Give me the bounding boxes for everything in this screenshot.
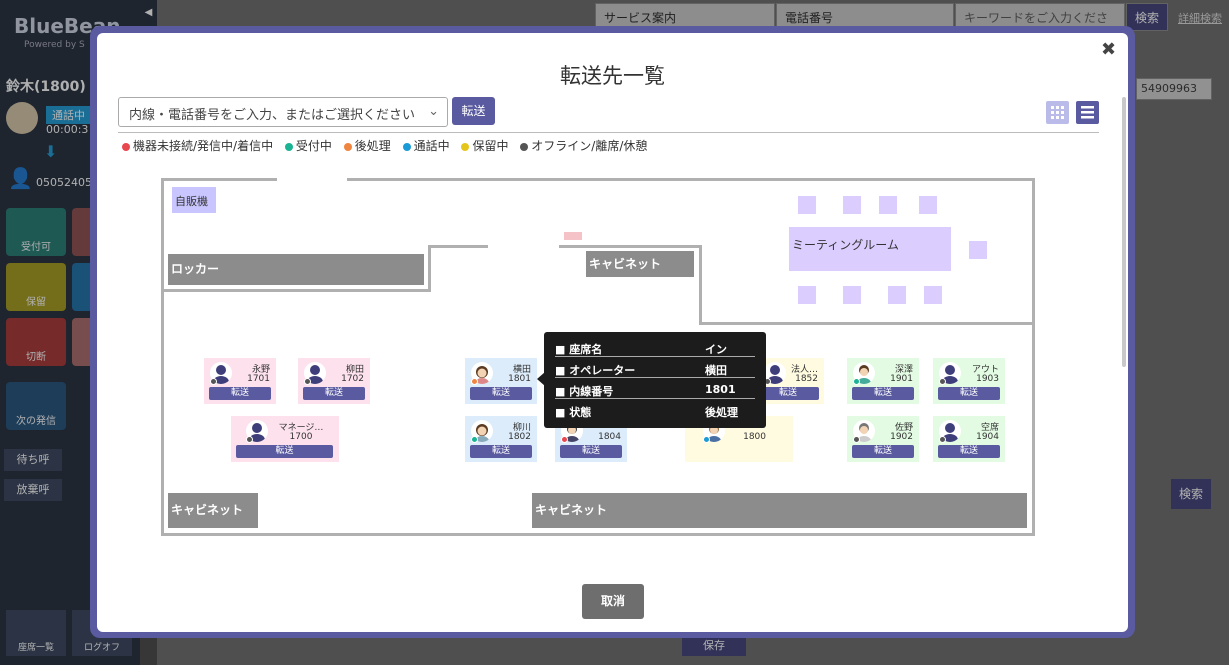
tooltip-row: ■ 状態 後処理	[555, 406, 738, 419]
status-dot	[210, 378, 217, 385]
seat-extension: 1702	[341, 374, 364, 384]
meeting-chair	[969, 241, 987, 259]
seat-transfer-button[interactable]: 転送	[938, 445, 1000, 458]
seat-1702[interactable]: 柳田 1702 転送	[298, 358, 370, 404]
seat-transfer-button[interactable]: 転送	[757, 387, 819, 400]
close-icon[interactable]: ✖	[1101, 39, 1116, 60]
meeting-room: ミーティングルーム	[789, 227, 951, 271]
seat-1902[interactable]: 佐野 1902 転送	[847, 416, 919, 462]
seat-extension: 1804	[598, 432, 621, 442]
wall	[428, 245, 488, 248]
seat-extension: 1904	[976, 432, 999, 442]
tooltip-row: ■ 内線番号 1801	[555, 379, 755, 399]
vending-machine: 自販機	[172, 187, 216, 213]
legend-item: 保留中	[461, 139, 508, 153]
wall	[428, 245, 431, 291]
seat-transfer-button[interactable]: 転送	[852, 387, 914, 400]
seat-transfer-button[interactable]: 転送	[938, 387, 1000, 400]
seat-extension: 1852	[795, 374, 818, 384]
legend-item: 受付中	[284, 139, 332, 153]
status-dot	[471, 436, 478, 443]
legend-item: 後処理	[343, 139, 391, 153]
seat-transfer-button[interactable]: 転送	[470, 445, 532, 458]
list-view-icon[interactable]	[1076, 101, 1099, 124]
wall	[699, 245, 702, 325]
legend-item: 機器未接続/発信中/着信中	[122, 139, 273, 153]
meeting-chair	[888, 286, 906, 304]
cabinet-bottom-left: キャビネット	[168, 493, 258, 528]
meeting-chair	[919, 196, 937, 214]
modal-title: 転送先一覧	[560, 64, 665, 88]
status-dot	[304, 378, 311, 385]
seat-1801[interactable]: 横田 1801 転送	[465, 358, 537, 404]
chevron-down-icon: ⌄	[428, 104, 439, 119]
meeting-chair	[798, 196, 816, 214]
transfer-target-select[interactable]: 内線・電話番号をご入力、またはご選択ください ⌄	[118, 97, 448, 127]
cabinet-top: キャビネット	[586, 251, 694, 277]
seat-extension: 1800	[743, 432, 766, 442]
tooltip-row: ■ 座席名 イン	[555, 337, 755, 357]
seat-transfer-button[interactable]: 転送	[560, 445, 622, 458]
meeting-chair	[879, 196, 897, 214]
meeting-chair	[924, 286, 942, 304]
seat-transfer-button[interactable]: 転送	[852, 445, 914, 458]
cancel-button[interactable]: 取消	[582, 584, 644, 619]
meeting-chair	[843, 286, 861, 304]
grid-view-icon[interactable]	[1046, 101, 1069, 124]
wall	[347, 178, 1035, 181]
seat-1903[interactable]: アウト 1903 転送	[933, 358, 1005, 404]
seat-transfer-button[interactable]: 転送	[236, 445, 333, 458]
status-dot	[853, 378, 860, 385]
seat-1904[interactable]: 空席 1904 転送	[933, 416, 1005, 462]
seat-tooltip: ■ 座席名 イン ■ オペレーター 横田 ■ 内線番号 1801 ■ 状態 後処理	[544, 332, 766, 428]
wall	[161, 533, 1035, 536]
transfer-button[interactable]: 転送	[452, 97, 495, 125]
seat-1700[interactable]: マネージ… 1700 転送	[231, 416, 339, 462]
seat-1802[interactable]: 柳川 1802 転送	[465, 416, 537, 462]
legend-item: オフライン/離席/休憩	[520, 139, 647, 153]
status-dot	[939, 436, 946, 443]
status-dot	[939, 378, 946, 385]
wall	[161, 178, 164, 536]
transfer-target-placeholder: 内線・電話番号をご入力、またはご選択ください	[129, 108, 416, 123]
cabinet-bottom-right: キャビネット	[532, 493, 1027, 528]
wall	[559, 245, 701, 248]
seat-extension: 1903	[976, 374, 999, 384]
transfer-modal: 転送先一覧 ✖ 内線・電話番号をご入力、またはご選択ください ⌄ 転送 機器未接…	[97, 33, 1128, 632]
wall	[699, 322, 1035, 325]
wall	[1032, 178, 1035, 536]
seat-extension: 1801	[508, 374, 531, 384]
status-dot	[703, 436, 710, 443]
meeting-chair	[798, 286, 816, 304]
status-dot	[853, 436, 860, 443]
seat-extension: 1700	[289, 432, 313, 442]
tooltip-row: ■ オペレーター 横田	[555, 358, 755, 378]
divider	[118, 132, 1099, 133]
wall	[161, 178, 277, 181]
status-dot	[471, 378, 478, 385]
seat-extension: 1901	[890, 374, 913, 384]
legend-item: 通話中	[402, 139, 450, 153]
meeting-chair	[843, 196, 861, 214]
seat-extension: 1802	[508, 432, 531, 442]
status-dot	[246, 436, 253, 443]
seat-transfer-button[interactable]: 転送	[209, 387, 271, 400]
pink-marker	[564, 232, 582, 240]
seat-transfer-button[interactable]: 転送	[470, 387, 532, 400]
wall	[161, 289, 431, 292]
status-legend: 機器未接続/発信中/着信中 受付中 後処理 通話中 保留中 オフライン/離席/休…	[122, 137, 647, 154]
seat-extension: 1701	[247, 374, 270, 384]
seat-extension: 1902	[890, 432, 913, 442]
seat-1901[interactable]: 深澤 1901 転送	[847, 358, 919, 404]
status-dot	[561, 436, 568, 443]
seat-transfer-button[interactable]: 転送	[303, 387, 365, 400]
seat-1701[interactable]: 永野 1701 転送	[204, 358, 276, 404]
scrollbar[interactable]	[1122, 97, 1126, 367]
locker: ロッカー	[168, 254, 424, 285]
